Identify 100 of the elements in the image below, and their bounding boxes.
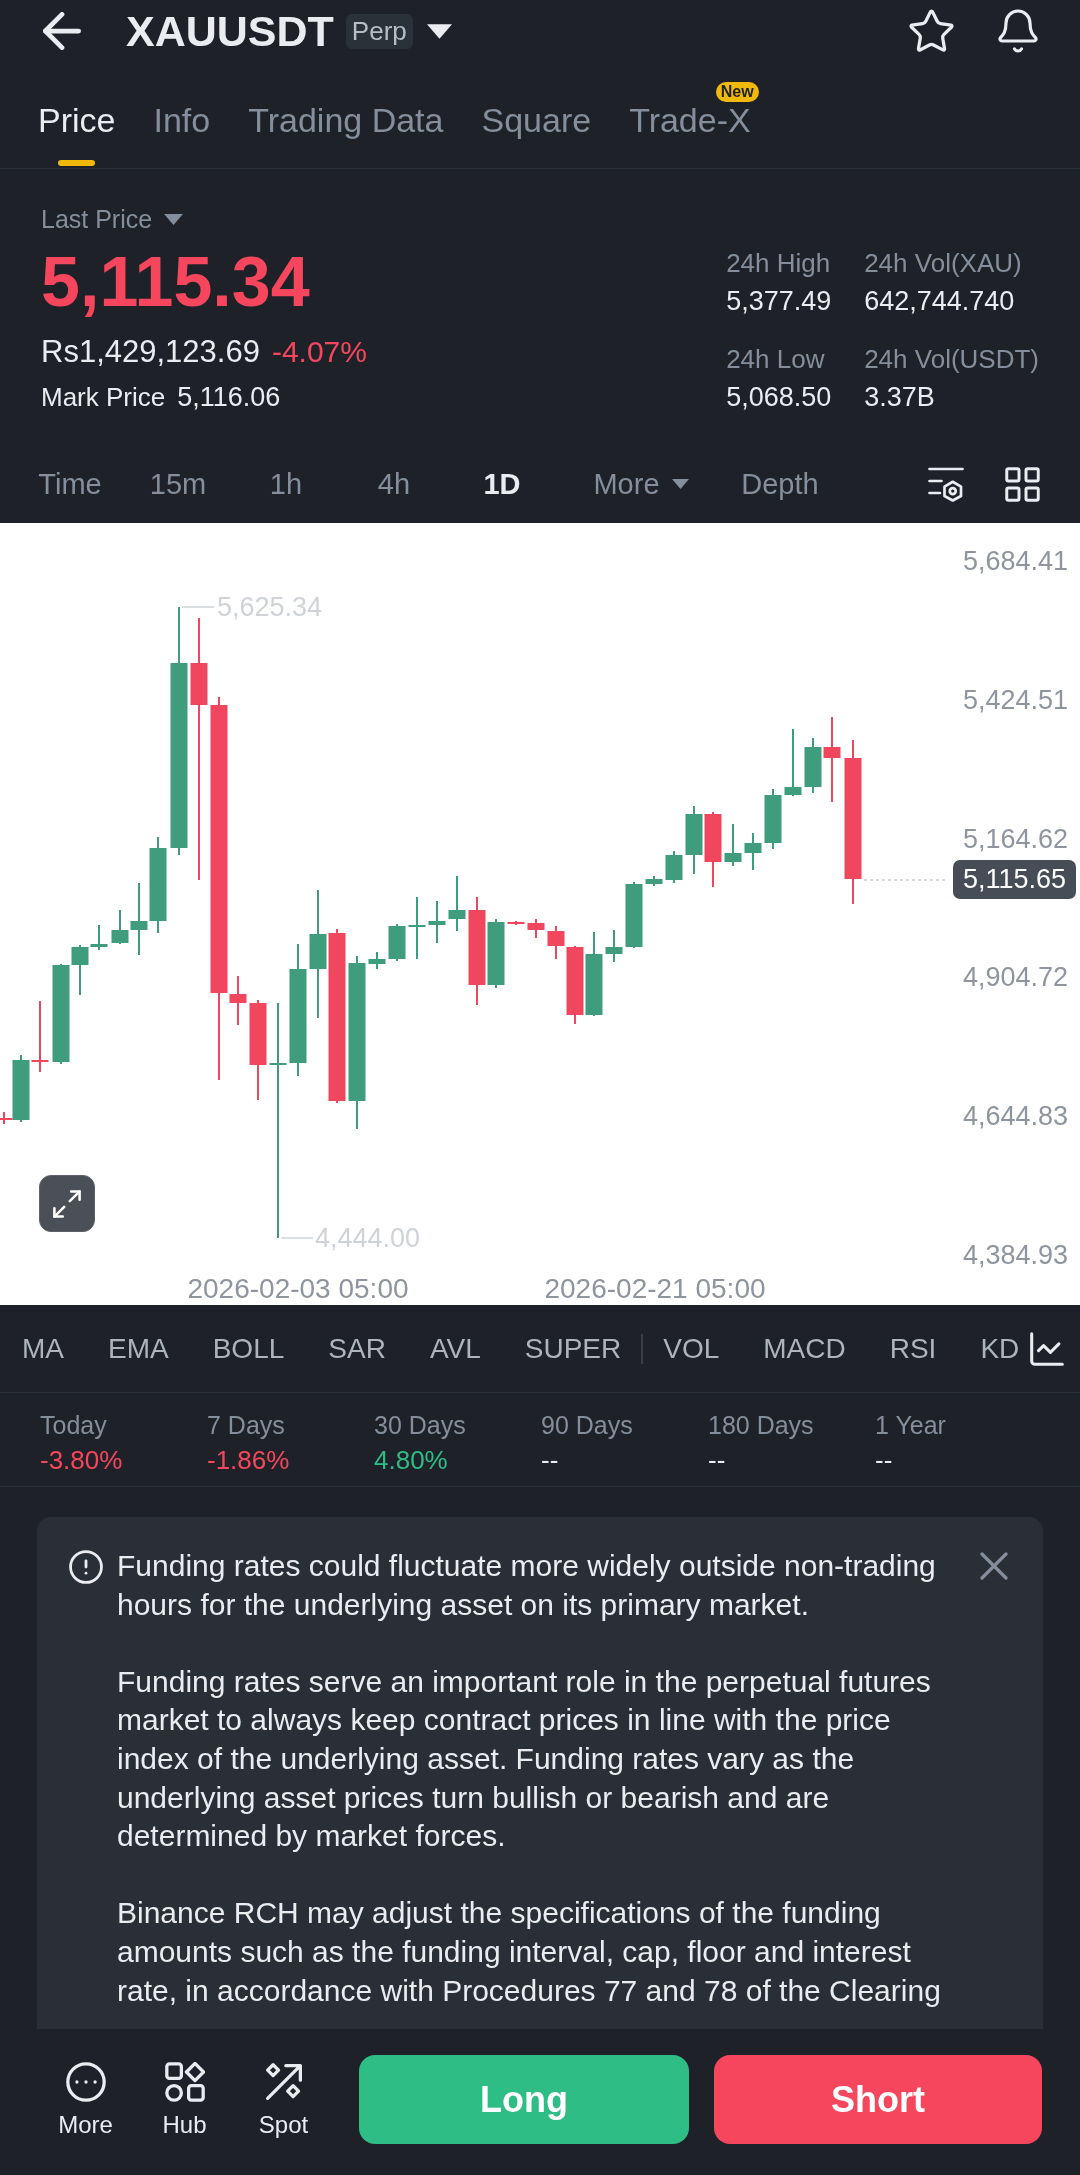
stat-label: 24h Vol(USDT) bbox=[864, 343, 1039, 376]
period-label: 1 Year bbox=[875, 1410, 946, 1440]
period-change: -3.80% bbox=[40, 1444, 123, 1476]
price-axis-label: 5,684.41 bbox=[962, 545, 1068, 578]
candlestick bbox=[388, 924, 406, 961]
interval-tab[interactable]: Time bbox=[38, 464, 102, 504]
stat-label: 24h High bbox=[726, 247, 831, 280]
candlestick bbox=[784, 729, 802, 796]
expand-icon bbox=[53, 1189, 81, 1218]
period-change: -- bbox=[541, 1444, 559, 1476]
indicator-tab[interactable]: BOLL bbox=[212, 1330, 285, 1367]
more-icon bbox=[65, 2062, 106, 2102]
stat-value: 3.37B bbox=[864, 381, 935, 414]
stat-value: 642,744.740 bbox=[864, 285, 1015, 318]
candlestick bbox=[724, 824, 742, 866]
stat-value: 5,068.50 bbox=[726, 381, 832, 414]
candlestick bbox=[428, 901, 446, 943]
tab[interactable]: Square bbox=[481, 62, 592, 168]
interval-tab[interactable]: 15m bbox=[149, 464, 207, 504]
candlestick bbox=[527, 919, 545, 938]
contract-type-badge: Perp bbox=[345, 13, 413, 49]
period-label: 30 Days bbox=[374, 1410, 466, 1440]
period-change: -- bbox=[875, 1444, 893, 1476]
interval-tab[interactable]: 4h bbox=[377, 464, 411, 504]
stat-label: 24h Low bbox=[726, 343, 825, 376]
grid-icon[interactable] bbox=[1005, 466, 1040, 502]
close-icon[interactable] bbox=[980, 1552, 1008, 1580]
candlestick bbox=[685, 806, 703, 874]
short-button[interactable]: Short bbox=[714, 2055, 1042, 2144]
pair-title[interactable]: XAUUSDT bbox=[126, 7, 334, 55]
shortcut-button[interactable]: Spot bbox=[258, 2062, 309, 2140]
mark-price-label: Mark Price bbox=[41, 381, 166, 414]
shortcut-button[interactable]: More bbox=[58, 2062, 113, 2140]
time-axis-label: 2026-02-21 05:00 bbox=[544, 1275, 766, 1303]
candlestick bbox=[665, 851, 683, 883]
candlestick bbox=[744, 833, 762, 870]
price-type-dropdown[interactable]: Last Price bbox=[41, 202, 184, 236]
price-axis-label: 4,644.83 bbox=[962, 1100, 1068, 1134]
current-price-tag: 5,115.65 bbox=[952, 860, 1076, 899]
period-change: -- bbox=[708, 1444, 726, 1476]
notice-paragraph: Funding rates serve an important role in the perpetual futures market to always keep contract prices in line with the price index of the underlying asset. Funding rates vary as the underlying asset prices turn bullish or bearish and are determined by market forces. bbox=[117, 1663, 932, 1855]
period-change: -1.86% bbox=[207, 1444, 290, 1476]
indicator-tab[interactable]: KD bbox=[980, 1330, 1020, 1367]
interval-tab[interactable]: 1D bbox=[483, 464, 521, 504]
line-chart-icon[interactable] bbox=[1030, 1331, 1064, 1366]
price-axis-label: 4,904.72 bbox=[962, 961, 1068, 995]
period-label: 90 Days bbox=[541, 1410, 633, 1440]
info-icon bbox=[69, 1550, 103, 1584]
stat-value: 5,377.49 bbox=[726, 285, 832, 318]
indicator-tab[interactable]: AVL bbox=[429, 1330, 481, 1367]
indicator-tab[interactable]: MACD bbox=[763, 1330, 846, 1367]
indicator-tab[interactable]: EMA bbox=[108, 1330, 169, 1367]
new-badge: New bbox=[715, 82, 759, 102]
candlestick bbox=[368, 952, 386, 969]
leader-line bbox=[280, 1237, 314, 1239]
notice-paragraph: Binance RCH may adjust the specifications of the funding amounts such as the funding interval, cap, floor and interest rate, in accordance with Procedures 77 and 78 of the Clearing bbox=[117, 1895, 942, 2009]
interval-tab[interactable]: 1h bbox=[269, 464, 303, 504]
tab[interactable]: Info bbox=[153, 62, 211, 168]
price-axis-label: 5,424.51 bbox=[962, 683, 1068, 717]
leader-line bbox=[181, 606, 215, 608]
candlestick bbox=[764, 789, 782, 849]
candlestick bbox=[605, 930, 623, 962]
period-change: 4.80% bbox=[374, 1444, 448, 1476]
candlestick bbox=[31, 1001, 49, 1072]
period-label: 180 Days bbox=[708, 1410, 814, 1440]
shapes-icon bbox=[164, 2062, 205, 2102]
star-icon[interactable] bbox=[909, 8, 954, 54]
candlestick bbox=[645, 876, 663, 886]
indicator-tab[interactable]: VOL bbox=[663, 1330, 720, 1367]
price-axis-label: 4,384.93 bbox=[962, 1239, 1068, 1272]
candlestick bbox=[408, 897, 426, 959]
caret-icon bbox=[164, 213, 184, 225]
stat-label: 24h Vol(XAU) bbox=[864, 247, 1022, 280]
fiat-price: Rs1,429,123.69 bbox=[41, 334, 260, 370]
shortcut-button[interactable]: Hub bbox=[162, 2062, 207, 2140]
mark-price: 5,116.06 bbox=[177, 381, 281, 414]
indicator-tab[interactable]: SAR bbox=[328, 1330, 386, 1367]
caret-icon bbox=[671, 479, 689, 489]
indicator-tab[interactable]: SUPER bbox=[524, 1330, 622, 1367]
caret-icon bbox=[426, 23, 452, 39]
indicator-tab[interactable]: MA bbox=[22, 1330, 64, 1367]
chart-settings-icon[interactable] bbox=[928, 466, 964, 502]
more-dropdown[interactable]: More bbox=[593, 464, 689, 504]
tab[interactable]: Trading Data bbox=[248, 62, 444, 168]
last-price: 5,115.34 bbox=[41, 243, 310, 321]
price-axis-label: 5,164.62 bbox=[962, 822, 1068, 856]
interval-tab[interactable]: Depth bbox=[741, 464, 819, 504]
expand-button[interactable] bbox=[39, 1175, 95, 1232]
diagonal-arrow-icon bbox=[263, 2062, 304, 2102]
candlestick bbox=[625, 882, 643, 948]
tab[interactable]: Price bbox=[38, 62, 116, 168]
bell-icon[interactable] bbox=[997, 9, 1039, 53]
period-label: Today bbox=[40, 1410, 107, 1440]
candlestick bbox=[507, 921, 525, 925]
back-icon[interactable] bbox=[43, 12, 81, 50]
time-axis-label: 2026-02-03 05:00 bbox=[187, 1275, 409, 1303]
indicator-tab[interactable]: RSI bbox=[889, 1330, 937, 1367]
candlestick bbox=[448, 876, 466, 931]
price-change: -4.07% bbox=[271, 334, 367, 370]
notice-paragraph: Funding rates could fluctuate more widely outside non-trading hours for the underlying asset on its primary market. bbox=[117, 1548, 937, 1623]
